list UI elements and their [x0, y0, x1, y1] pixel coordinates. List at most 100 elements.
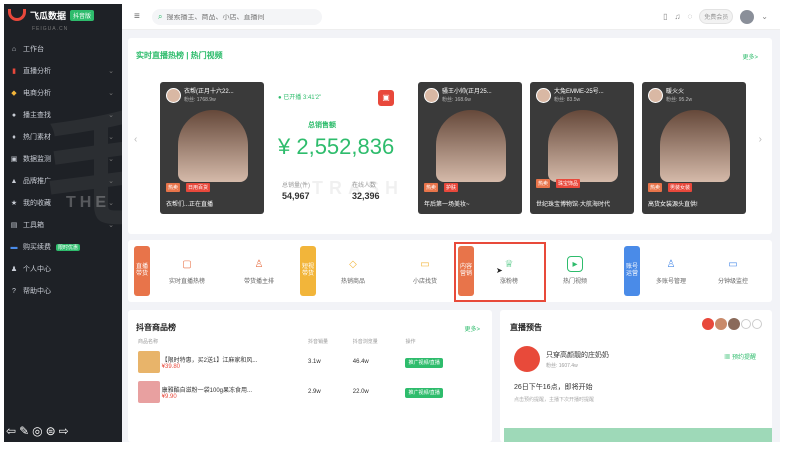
member-button[interactable]: 免费会员: [699, 9, 734, 24]
qa-minute-monitor[interactable]: ▭ 分钟级监控: [698, 250, 768, 298]
category-tag: 日用百货: [186, 183, 211, 192]
chevron-down-icon[interactable]: ⌄: [761, 12, 768, 21]
anchor-fans: 粉丝: 95.2w: [666, 96, 693, 103]
sidebar-item-profile[interactable]: ♟ 个人中心: [4, 258, 122, 280]
chevron-down-icon: ⌄: [108, 90, 114, 97]
circle-icon[interactable]: ◎: [32, 424, 42, 438]
sidebar-item-toolbox[interactable]: ▤ 工具箱 ⌄: [4, 214, 122, 236]
live-section: 实时直播热榜 | 热门视频 更多> ‹ › 衣帮(正月十六22... 粉丝: 17…: [128, 38, 772, 234]
sidebar-item-ecommerce-analysis[interactable]: ◆ 电商分析 ⌄: [4, 82, 122, 104]
preview-anchor-fans: 粉丝: 1607.4w: [546, 363, 578, 369]
sidebar-item-label: 品牌推广: [23, 178, 51, 185]
carousel-next-icon[interactable]: ›: [759, 134, 762, 145]
sales-cell: 2.9w: [308, 389, 321, 395]
home-icon: ⌂: [11, 45, 17, 53]
anchor-fans: 粉丝: 1768.9w: [184, 96, 216, 103]
sidebar-item-live-analysis[interactable]: ▮ 直播分析 ⌄: [4, 60, 122, 82]
pen-icon[interactable]: ✎: [19, 424, 29, 438]
bell-icon[interactable]: ♫: [675, 12, 681, 21]
qa-hot-videos[interactable]: ▸ 热门视频: [540, 250, 610, 298]
qa-label: 多账号管理: [655, 279, 686, 285]
top-right-icons: ▯ ♫ ◌ 免费会员 ⌄: [663, 9, 768, 24]
products-more-link[interactable]: 更多>: [464, 324, 480, 333]
live-status: ● 已开播 3:41'2": [278, 95, 322, 101]
promo-badge: 限时优惠: [56, 243, 81, 251]
help-icon[interactable]: ◌: [688, 12, 693, 21]
qa-hot-products[interactable]: ◇ 热销商品: [318, 250, 388, 298]
search-box[interactable]: ⌕: [152, 9, 322, 25]
group-label-video: 短视带货: [300, 246, 316, 296]
person-search-icon: ●: [11, 111, 17, 119]
user-avatar[interactable]: [740, 9, 755, 24]
qa-multi-account[interactable]: ♙ 多账号管理: [636, 250, 706, 298]
preview-avatar-group: [702, 318, 762, 330]
carousel-prev-icon[interactable]: ‹: [134, 134, 137, 145]
shop-icon: ▭: [420, 258, 430, 270]
live-card[interactable]: 大兔EMME-25号... 粉丝: 83.5w 热卖 珠宝饰品 世纪珠宝博物馆·大…: [530, 82, 634, 214]
anchor-avatar[interactable]: [702, 318, 714, 330]
sidebar-item-help[interactable]: ? 帮助中心: [4, 280, 122, 302]
table-row[interactable]: 【限时特惠，买2送1】江麻家和风... ¥39.80 3.1w 46.4w 推广视…: [134, 347, 474, 377]
sidebar-item-label: 工具箱: [23, 222, 44, 229]
play-icon: ▸: [567, 256, 583, 272]
qa-label: 热销商品: [340, 279, 365, 285]
back-arrow-icon[interactable]: ⇦: [6, 424, 16, 438]
products-title: 抖音商品榜: [136, 323, 176, 332]
menu-circle-icon[interactable]: ⊜: [46, 424, 56, 438]
sidebar-item-anchor-search[interactable]: ● 播主查找 ⌄: [4, 104, 122, 126]
sidebar-item-brand-promotion[interactable]: ▲ 品牌推广 ⌄: [4, 170, 122, 192]
bar-chart-icon: ▮: [12, 68, 16, 75]
preview-banner[interactable]: [504, 428, 772, 442]
live-card[interactable]: 骚王小帅(正月25... 粉丝: 168.6w 热卖 护肤 年后第一场美妆~: [418, 82, 522, 214]
live-card[interactable]: 暖火火 粉丝: 95.2w 热卖 男装女装 高货女装源头直供!: [642, 82, 746, 214]
live-card-header: 暖火火 粉丝: 95.2w: [648, 88, 692, 103]
live-cover-image: [660, 110, 730, 182]
sidebar: 毛 飞瓜数据 抖音版 FEIGUA.CN ⌂ 工作台 ▮ 直播分析 ⌄ ◆ 电商分析 ⌄ …: [4, 4, 122, 442]
sidebar-item-data-monitor[interactable]: ▣ 数据监测 ⌄: [4, 148, 122, 170]
qa-anchor-rank[interactable]: ♙ 带货播主排: [224, 250, 294, 298]
column-header: 商品名称: [138, 339, 159, 345]
preview-anchor-avatar[interactable]: [514, 346, 540, 372]
sidebar-item-label: 直播分析: [23, 68, 51, 75]
hot-tag: 热卖: [648, 183, 663, 192]
promote-button[interactable]: 推广视频/直播: [405, 387, 443, 398]
promote-button[interactable]: 推广视频/直播: [405, 357, 443, 368]
qa-shop-search[interactable]: ▭ 小店找货: [390, 250, 460, 298]
live-card-title: 高货女装源头直供!: [648, 202, 698, 208]
anchor-avatar[interactable]: [728, 318, 740, 330]
action-cell: 推广视频/直播: [401, 377, 474, 407]
sidebar-item-hot-material[interactable]: ♦ 热门素材 ⌄: [4, 126, 122, 148]
carousel-prev-icon[interactable]: [741, 319, 751, 329]
forward-arrow-icon[interactable]: ⇨: [59, 424, 69, 438]
anchor-name: 大兔EMME-25号...: [554, 88, 604, 95]
anchor-avatar[interactable]: [715, 318, 727, 330]
live-more-link[interactable]: 更多>: [742, 52, 758, 61]
qa-live-hot-rank[interactable]: ▢ 实时直播热榜: [152, 250, 222, 298]
anchor-name: 衣帮(正月十六22...: [184, 88, 234, 95]
carousel-next-icon[interactable]: [752, 319, 762, 329]
logo-subtitle: FEIGUA.CN: [32, 26, 69, 32]
logo[interactable]: 飞瓜数据 抖音版: [4, 4, 122, 26]
menu-toggle-icon[interactable]: ≡: [134, 11, 140, 22]
tv-icon: ▢: [182, 258, 192, 270]
sidebar-item-purchase[interactable]: ▬ 购买续费 限时优惠: [4, 236, 122, 258]
sidebar-item-workbench[interactable]: ⌂ 工作台: [4, 38, 122, 60]
search-input[interactable]: [166, 13, 307, 21]
bag-icon: ◇: [349, 258, 357, 270]
bag-icon: ◆: [11, 90, 17, 97]
sales-label: 总销量(件): [282, 183, 310, 189]
sidebar-item-label: 电商分析: [23, 90, 51, 97]
remind-button[interactable]: ▦ 预约提醒: [724, 352, 756, 361]
sidebar-item-label: 购买续费: [23, 244, 51, 251]
column-header: 操作: [405, 339, 416, 345]
remind-label: 预约提醒: [731, 355, 756, 361]
preview-anchor-name[interactable]: 只穿高颜靓的庄奶奶: [546, 350, 609, 360]
live-cover-image: [436, 110, 506, 182]
live-card[interactable]: 衣帮(正月十六22... 粉丝: 1768.9w 热卖 日用百货 衣帮们...正在…: [160, 82, 264, 214]
product-cell: 康雅酷自滋粉一袋100g果冻食用... ¥9.90: [134, 377, 304, 407]
search-icon: ⌕: [158, 12, 163, 21]
table-row[interactable]: 康雅酷自滋粉一袋100g果冻食用... ¥9.90 2.9w 22.0w 推广视频…: [134, 377, 474, 407]
mobile-icon[interactable]: ▯: [663, 12, 667, 21]
brand-icon: ▲: [10, 177, 18, 185]
qa-label: 分钟级监控: [717, 279, 748, 285]
